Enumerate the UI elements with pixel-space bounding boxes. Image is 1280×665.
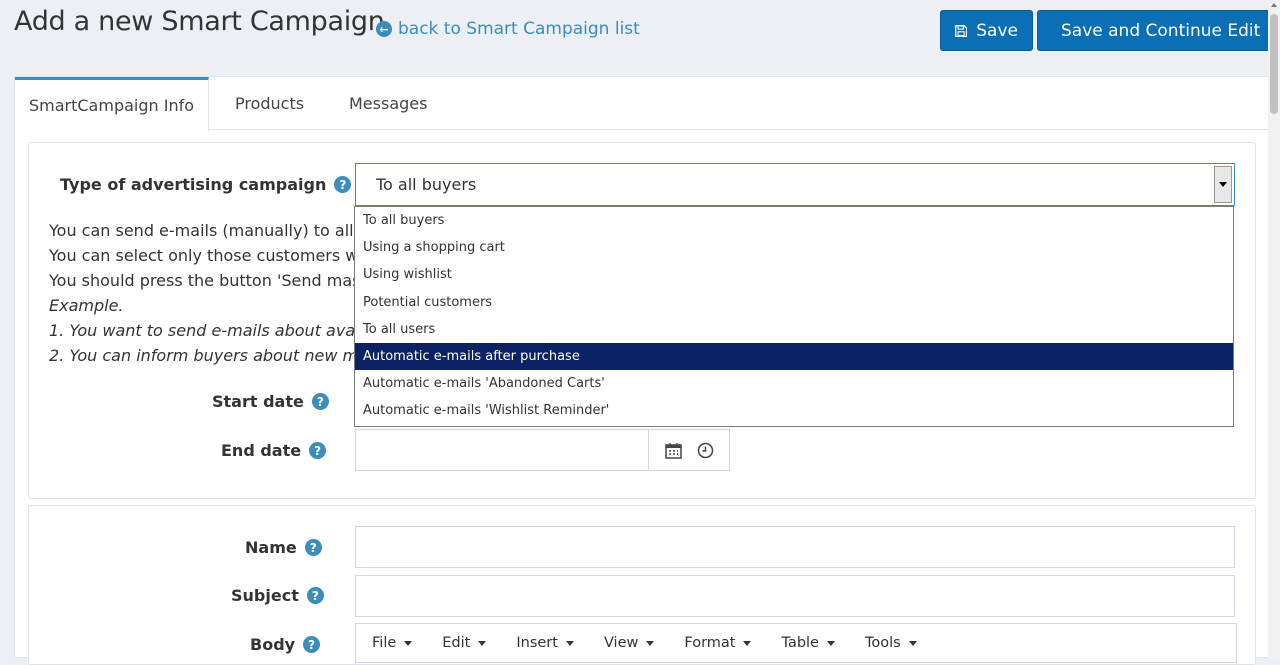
body-label: Body ?: [250, 635, 321, 654]
description-line: You can select only those customers who: [49, 246, 379, 265]
dropdown-option-highlighted[interactable]: Automatic e-mails after purchase: [355, 342, 1233, 371]
editor-menu-file[interactable]: File: [372, 635, 413, 651]
save-button[interactable]: Save: [940, 10, 1033, 51]
caret-down-icon: [646, 640, 655, 646]
description-line: You can send e-mails (manually) to all b…: [49, 221, 380, 240]
caret-down-icon: [404, 640, 413, 646]
clock-icon[interactable]: [697, 442, 714, 459]
subject-input[interactable]: [355, 575, 1235, 617]
campaign-type-select[interactable]: To all buyers: [355, 163, 1235, 206]
page-scrollbar[interactable]: [1268, 0, 1280, 658]
caret-down-icon: [743, 640, 752, 646]
dropdown-option[interactable]: Using a shopping cart: [355, 234, 1233, 261]
body-label-text: Body: [250, 635, 296, 654]
editor-menu-insert[interactable]: Insert: [516, 635, 574, 651]
end-date-input[interactable]: [355, 429, 730, 471]
caret-down-icon: [826, 640, 835, 646]
tab-bar: SmartCampaign Info Products Messages: [15, 77, 1268, 131]
dropdown-option[interactable]: To all users: [355, 316, 1233, 343]
end-date-label-text: End date: [221, 441, 302, 460]
end-date-label: End date ?: [221, 441, 327, 460]
question-circle-icon[interactable]: ?: [311, 393, 329, 410]
dropdown-arrow-icon[interactable]: [1214, 166, 1232, 203]
tab-messages[interactable]: Messages: [349, 77, 427, 130]
tab-products[interactable]: Products: [235, 77, 304, 130]
arrow-circle-left-icon: ←: [376, 21, 392, 37]
calendar-icon[interactable]: [664, 442, 682, 459]
editor-menu-table[interactable]: Table: [781, 635, 835, 651]
question-circle-icon[interactable]: ?: [334, 176, 352, 193]
subject-label-text: Subject: [231, 586, 299, 605]
save-and-continue-button[interactable]: Save and Continue Edit: [1037, 10, 1270, 51]
menu-label: Table: [781, 635, 819, 651]
editor-menu-tools[interactable]: Tools: [865, 635, 917, 651]
description-line: 2. You can inform buyers about new model: [49, 346, 393, 365]
dropdown-option[interactable]: Potential customers: [355, 289, 1233, 316]
dropdown-option[interactable]: To all buyers: [355, 207, 1233, 234]
menu-label: View: [603, 635, 639, 651]
description-line: 1. You want to send e-mails about availa…: [49, 321, 389, 340]
back-to-list-link[interactable]: ← back to Smart Campaign list: [376, 19, 640, 39]
save-continue-button-label: Save and Continue Edit: [1061, 20, 1261, 41]
dropdown-option[interactable]: Automatic e-mails 'Wishlist Reminder': [355, 397, 1233, 424]
back-link-label: back to Smart Campaign list: [398, 19, 640, 39]
name-label: Name ?: [245, 538, 322, 557]
menu-label: File: [372, 635, 397, 651]
name-input[interactable]: [355, 526, 1235, 568]
campaign-type-label: Type of advertising campaign ?: [60, 175, 352, 194]
editor-menu-format[interactable]: Format: [684, 635, 752, 651]
dropdown-option[interactable]: Using wishlist: [355, 261, 1233, 288]
question-circle-icon[interactable]: ?: [309, 442, 327, 459]
subject-label: Subject ?: [231, 586, 324, 605]
menu-label: Tools: [864, 635, 901, 651]
scroll-up-icon[interactable]: [1271, 3, 1277, 7]
question-circle-icon[interactable]: ?: [303, 636, 321, 653]
question-circle-icon[interactable]: ?: [306, 587, 324, 604]
question-circle-icon[interactable]: ?: [304, 539, 322, 556]
campaign-type-label-text: Type of advertising campaign: [60, 175, 327, 194]
editor-menu-view[interactable]: View: [603, 635, 655, 651]
campaign-type-dropdown-list: To all buyers Using a shopping cart Usin…: [354, 206, 1234, 427]
menu-label: Edit: [442, 635, 471, 651]
editor-menu-edit[interactable]: Edit: [442, 635, 487, 651]
editor-menubar: File Edit Insert View Format Table Tools: [355, 623, 1237, 663]
scrollbar-thumb[interactable]: [1270, 14, 1278, 114]
page-title: Add a new Smart Campaign: [14, 6, 385, 37]
description-example: Example.: [49, 296, 124, 315]
caret-down-icon: [565, 640, 574, 646]
tab-smartcampaign-info[interactable]: SmartCampaign Info: [15, 77, 209, 131]
description-line: You should press the button 'Send mass: [49, 271, 369, 290]
start-date-label: Start date ?: [212, 392, 329, 411]
menu-label: Insert: [516, 635, 558, 651]
floppy-disk-icon: [955, 24, 968, 37]
caret-down-icon: [478, 640, 487, 646]
date-picker-addon: [648, 430, 729, 470]
name-label-text: Name: [245, 538, 297, 557]
save-button-label: Save: [976, 20, 1018, 41]
start-date-label-text: Start date: [212, 392, 304, 411]
page-header: Add a new Smart Campaign ← back to Smart…: [0, 0, 1280, 70]
menu-label: Format: [684, 635, 736, 651]
campaign-type-selected-value: To all buyers: [376, 175, 477, 194]
caret-down-icon: [908, 640, 917, 646]
dropdown-option[interactable]: Automatic e-mails 'Abandoned Carts': [355, 370, 1233, 397]
